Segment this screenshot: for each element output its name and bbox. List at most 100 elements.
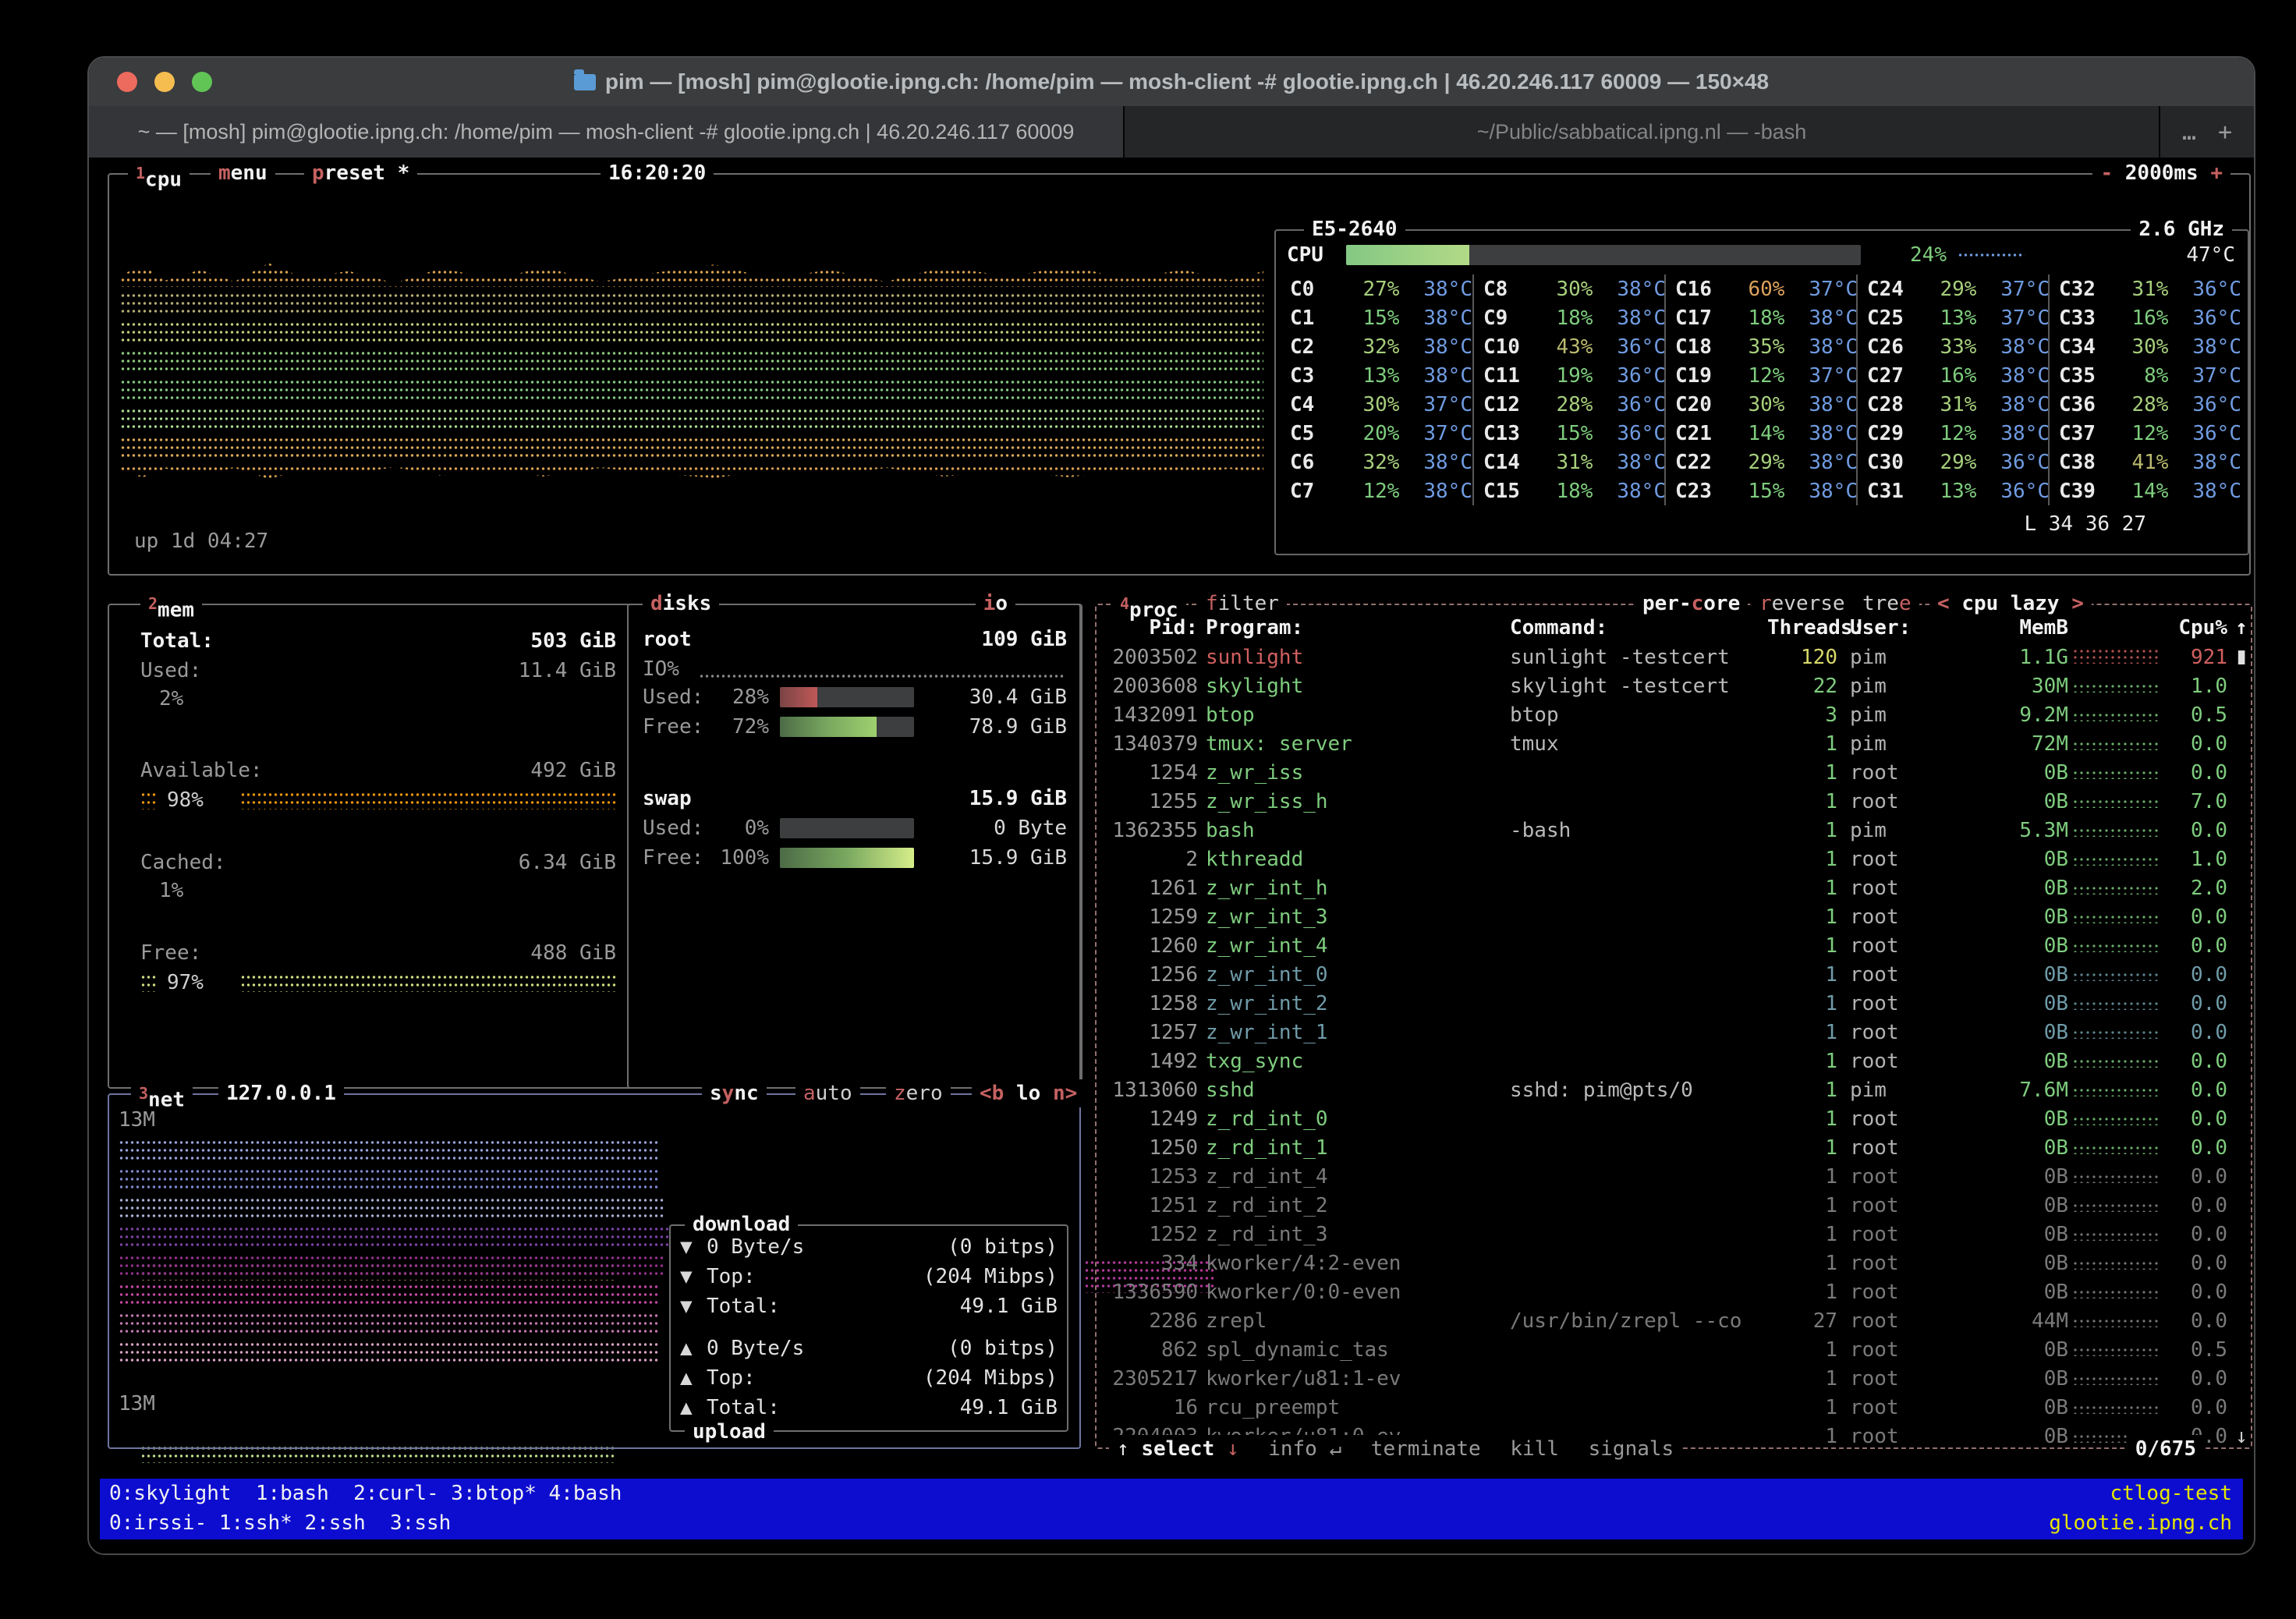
net-zero-button[interactable]: zero	[886, 1079, 951, 1107]
cpu-mini-meter	[2072, 1318, 2158, 1327]
core-cell: C3029%36°C	[1858, 448, 2050, 476]
cpu-mini-meter	[2072, 741, 2158, 750]
tmux-sessions-list[interactable]: 0:irssi- 1:ssh* 2:ssh 3:ssh	[109, 1509, 451, 1537]
process-row[interactable]: 1249 z_rd_int_0 1 root 0B 0.0	[1097, 1104, 2232, 1133]
process-row[interactable]: 1313060 sshd sshd: pim@pts/0 1 pim 7.6M …	[1097, 1075, 2232, 1104]
process-row[interactable]: 1256 z_wr_int_0 1 root 0B 0.0	[1097, 960, 2232, 989]
process-row[interactable]: 1252 z_rd_int_3 1 root 0B 0.0	[1097, 1220, 2232, 1249]
net-auto-button[interactable]: auto	[795, 1079, 860, 1107]
upload-title: upload	[685, 1418, 774, 1446]
process-row[interactable]: 1492 txg_sync 1 root 0B 0.0	[1097, 1047, 2232, 1075]
proc-scrollbar[interactable]	[2227, 643, 2255, 671]
download-row: ▼ Top: (204 Mibps)	[680, 1262, 1058, 1291]
disk-root-row: root109 GiB	[643, 625, 1067, 654]
cpu-mini-meter	[2072, 1260, 2158, 1270]
process-row[interactable]: 1259 z_wr_int_3 1 root 0B 0.0	[1097, 902, 2232, 931]
update-interval-control[interactable]: - 2000ms +	[2092, 159, 2230, 187]
kill-action[interactable]: kill	[1510, 1437, 1559, 1461]
core-cell: C3113%36°C	[1858, 476, 2050, 505]
proc-table-header[interactable]: Pid: Program: Command: Threads: User: Me…	[1097, 613, 2248, 642]
terminate-action[interactable]: terminate	[1371, 1437, 1481, 1461]
process-row[interactable]: 2003608 skylight skylight -testcert 22 p…	[1097, 671, 2232, 700]
process-row[interactable]: 1255 z_wr_iss_h 1 root 0B 7.0	[1097, 787, 2232, 816]
core-cell: C1315%36°C	[1474, 419, 1666, 448]
process-row[interactable]: 2 kthreadd 1 root 0B 1.0	[1097, 845, 2232, 873]
process-row[interactable]: 1260 z_wr_int_4 1 root 0B 0.0	[1097, 931, 2232, 960]
io-mode-button[interactable]: io	[976, 590, 1015, 618]
process-row[interactable]: 1261 z_wr_int_h 1 root 0B 2.0	[1097, 873, 2232, 902]
cpu-temp-graph	[1958, 251, 2025, 259]
select-action[interactable]: select	[1141, 1437, 1214, 1461]
mem-used-row: Used:11.4 GiB	[140, 657, 616, 685]
process-row[interactable]: 1340379 tmux: server tmux 1 pim 72M 0.0	[1097, 729, 2232, 758]
mem-available-pct: 98%	[140, 786, 616, 814]
mem-box-title[interactable]: 2mem	[140, 590, 202, 625]
cpu-total-temp: 47°C	[2025, 241, 2235, 269]
process-row[interactable]: 16 rcu_preempt 1 root 0B 0.0	[1097, 1393, 2232, 1422]
terminal-content: 1cpu menu preset * 16:20:20 - 2000ms + u…	[89, 158, 2254, 1553]
sort-arrow-icon[interactable]: ↑	[2227, 614, 2255, 642]
process-row[interactable]: 334 kworker/4:2-even 1 root 0B 0.0	[1097, 1249, 2232, 1277]
interval-plus-button[interactable]: +	[2210, 161, 2223, 185]
disks-box-title[interactable]: disks	[643, 590, 719, 618]
process-row[interactable]: 1336590 kworker/0:0-even 1 root 0B 0.0	[1097, 1277, 2232, 1306]
select-down-icon[interactable]: ↓	[1227, 1437, 1239, 1461]
net-interface-switcher[interactable]: <b lo n>	[972, 1079, 1085, 1107]
disk-root-free-row: Free: 72% 78.9 GiB	[643, 713, 1067, 741]
process-row[interactable]: 2286 zrepl /usr/bin/zrepl --co 27 root 4…	[1097, 1306, 2232, 1335]
title-bar[interactable]: pim — [mosh] pim@glootie.ipng.ch: /home/…	[89, 58, 2254, 106]
disk-io-label: IO%	[643, 655, 679, 683]
process-row[interactable]: 1253 z_rd_int_4 1 root 0B 0.0	[1097, 1162, 2232, 1191]
process-row[interactable]: 1254 z_wr_iss 1 root 0B 0.0	[1097, 758, 2232, 787]
process-row[interactable]: 1432091 btop btop 3 pim 9.2M 0.5	[1097, 700, 2232, 729]
cpu-mini-meter	[2072, 1058, 2158, 1068]
process-row[interactable]: 862 spl_dynamic_tas 1 root 0B 0.5	[1097, 1335, 2232, 1364]
tab-sabbatical-bash[interactable]: ~/Public/sabbatical.ipng.nl — -bash	[1125, 106, 2160, 158]
cpu-mini-meter	[2072, 972, 2158, 981]
select-up-icon[interactable]: ↑	[1117, 1437, 1129, 1461]
core-cell: C2429%37°C	[1858, 275, 2050, 303]
process-row[interactable]: 1250 z_rd_int_1 1 root 0B 0.0	[1097, 1133, 2232, 1162]
mem-available-row: Available:492 GiB	[140, 756, 616, 785]
process-row[interactable]: 1362355 bash -bash 1 pim 5.3M 0.0	[1097, 816, 2232, 845]
new-tab-button[interactable]: +	[2218, 119, 2232, 146]
cpu-mini-meter	[2072, 943, 2158, 952]
tab-mosh-session[interactable]: ~ — [mosh] pim@glootie.ipng.ch: /home/pi…	[89, 106, 1125, 158]
signals-action[interactable]: signals	[1589, 1437, 1674, 1461]
cpu-mini-meter	[2072, 1087, 2158, 1096]
process-row[interactable]: 2003502 sunlight sunlight -testcert 120 …	[1097, 643, 2232, 671]
process-row[interactable]: 1258 z_wr_int_2 1 root 0B 0.0	[1097, 989, 2232, 1018]
core-cell: C115%38°C	[1281, 303, 1472, 332]
preset-button[interactable]: preset *	[304, 159, 417, 187]
mem-cached-pct: 1%	[140, 877, 616, 905]
proc-scrollbar[interactable]	[2227, 1422, 2255, 1451]
process-list: 2003502 sunlight sunlight -testcert 120 …	[1097, 643, 2232, 1451]
core-cell: C1228%36°C	[1474, 390, 1666, 419]
core-cell: C430%37°C	[1281, 390, 1472, 419]
tmux-status-bar: 0:skylight 1:bash 2:curl- 3:btop* 4:bash…	[100, 1479, 2243, 1539]
tmux-windows-list[interactable]: 0:skylight 1:bash 2:curl- 3:btop* 4:bash	[109, 1479, 622, 1507]
core-cell: C3231%36°C	[2050, 275, 2241, 303]
cpu-box-title[interactable]: 1cpu	[128, 159, 190, 194]
interval-minus-button[interactable]: -	[2100, 161, 2113, 185]
net-scale-bottom: 13M	[119, 1390, 155, 1418]
process-row[interactable]: 2305217 kworker/u81:1-ev 1 root 0B 0.0	[1097, 1364, 2232, 1393]
tab-overflow-button[interactable]: …	[2182, 119, 2196, 146]
process-row[interactable]: 1257 z_wr_int_1 1 root 0B 0.0	[1097, 1018, 2232, 1047]
traffic-lights	[117, 72, 212, 92]
minimize-button[interactable]	[154, 72, 175, 92]
proc-selection-count: 0/675	[2128, 1435, 2204, 1463]
core-cell: C1431%38°C	[1474, 448, 1666, 476]
info-action[interactable]: info	[1268, 1437, 1317, 1461]
mem-free-pct: 97%	[140, 969, 616, 997]
core-cell: C2912%38°C	[1858, 419, 2050, 448]
disk-root-used-row: Used: 28% 30.4 GiB	[643, 683, 1067, 711]
close-button[interactable]	[117, 72, 137, 92]
process-row[interactable]: 1251 z_rd_int_2 1 root 0B 0.0	[1097, 1191, 2232, 1220]
net-sync-button[interactable]: sync	[702, 1079, 767, 1107]
zoom-button[interactable]	[192, 72, 212, 92]
menu-button[interactable]: menu	[211, 159, 275, 187]
net-scale-top: 13M	[119, 1106, 155, 1134]
cpu-total-pct: 24%	[1861, 241, 1947, 269]
mem-free-row: Free:488 GiB	[140, 939, 616, 967]
